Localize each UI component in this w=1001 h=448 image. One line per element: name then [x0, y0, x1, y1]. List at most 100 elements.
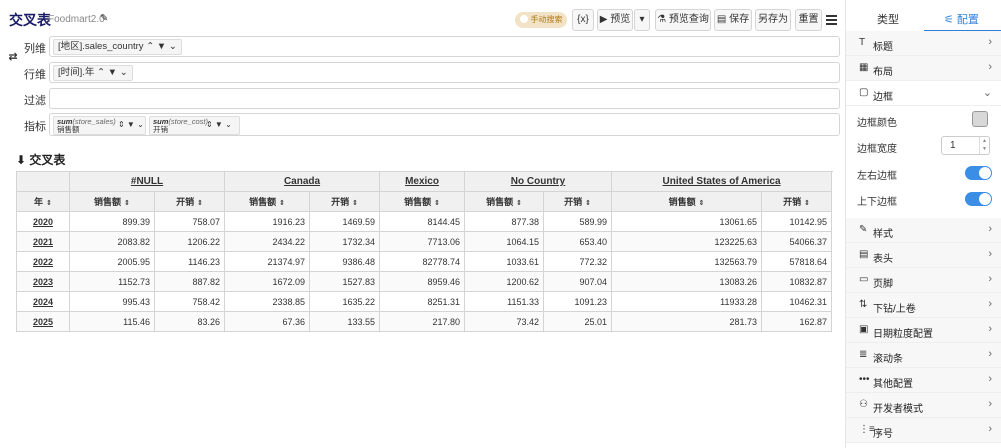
hamburger-icon[interactable] — [826, 15, 837, 27]
measure-header[interactable]: 开销 ⇕ — [543, 191, 613, 212]
measure-header[interactable]: 开销 ⇕ — [309, 191, 381, 212]
sort-icon[interactable]: ⇕ — [585, 200, 591, 207]
border-color-swatch[interactable] — [972, 111, 988, 127]
sort-icon[interactable]: ⇕ — [279, 200, 285, 207]
stepper-arrows-icon[interactable]: ▲ ▼ — [979, 137, 989, 154]
measure-header[interactable]: 开销 ⇕ — [153, 191, 226, 212]
value-cell: 67.36 — [224, 311, 311, 332]
mode-toggle[interactable]: 手动搜索 — [515, 12, 567, 28]
sort-icon[interactable]: ⇕ — [46, 200, 52, 207]
tb-border-toggle[interactable] — [965, 192, 992, 206]
value-cell: 2083.82 — [69, 231, 155, 252]
value-cell: 1152.73 — [69, 271, 155, 292]
country-header[interactable]: Mexico — [379, 171, 466, 192]
sort-icon[interactable]: ⇕ — [197, 200, 203, 207]
sort-icon[interactable]: ⇕ — [516, 200, 522, 207]
panel-item[interactable]: T 标题 › — [846, 31, 1001, 56]
download-icon[interactable]: ⬇ — [16, 153, 26, 167]
chevron-right-icon: › — [988, 323, 992, 335]
measure-header[interactable]: 销售额 ⇕ — [379, 191, 466, 212]
measure-header[interactable]: 开销 ⇕ — [761, 191, 833, 212]
country-header[interactable]: Canada — [224, 171, 381, 192]
value-cell: 2005.95 — [69, 251, 155, 272]
measure-tag-sales[interactable]: sum(store_sales) 销售额 ⇕ ▼ ⌄ — [53, 116, 146, 135]
sort-toggle-icon[interactable]: ⇕ ▼ ⌄ — [206, 121, 232, 129]
save-label: 保存 — [729, 14, 750, 25]
query-icon: ⚗ — [657, 14, 669, 25]
panel-item[interactable]: ⚇ 开发者模式 › — [846, 393, 1001, 418]
year-header[interactable]: 年 ⇕ — [16, 191, 70, 212]
value-cell: 1206.22 — [153, 231, 226, 252]
column-dimension-tag[interactable]: [地区].sales_country ⌃ ▼ ⌄ — [53, 39, 182, 55]
year-cell[interactable]: 2023 — [16, 271, 70, 292]
country-header[interactable]: United States of America — [611, 171, 833, 192]
measure-header[interactable]: 销售额 ⇕ — [224, 191, 311, 212]
toggle-knob — [979, 193, 991, 205]
reset-label: 重置 — [798, 14, 819, 25]
tab-type[interactable]: 类型 — [877, 11, 899, 27]
measure-header[interactable]: 销售额 ⇕ — [611, 191, 763, 212]
preview-query-button[interactable]: ⚗ 预览查询 — [655, 9, 711, 31]
filter-dropzone[interactable] — [49, 88, 840, 109]
save-as-button[interactable]: 另存为 — [755, 9, 791, 31]
measure-header[interactable]: 销售额 ⇕ — [464, 191, 545, 212]
measure-header[interactable]: 销售额 ⇕ — [69, 191, 155, 212]
panel-item[interactable]: ⋮≡ 序号 › — [846, 418, 1001, 443]
sort-icon[interactable]: ⇕ — [804, 200, 810, 207]
value-cell: 1033.61 — [464, 251, 545, 272]
sort-asc-icon[interactable]: ⌃ — [97, 67, 105, 78]
measures-dropzone[interactable]: sum(store_sales) 销售额 ⇕ ▼ ⌄ sum(store_cos… — [49, 113, 840, 136]
sort-icon[interactable]: ⇕ — [352, 200, 358, 207]
chevron-down-icon[interactable]: ⌄ — [169, 41, 177, 52]
preview-button[interactable]: ▶ 预览 — [597, 9, 633, 31]
value-cell: 758.42 — [153, 291, 226, 312]
row-dimension-tag[interactable]: [时间].年 ⌃ ▼ ⌄ — [53, 65, 133, 81]
year-header-label: 年 — [34, 197, 44, 207]
sort-icon[interactable]: ⇕ — [124, 200, 130, 207]
year-cell[interactable]: 2022 — [16, 251, 70, 272]
variable-button[interactable]: {x} — [572, 9, 594, 31]
rows-dropzone[interactable]: [时间].年 ⌃ ▼ ⌄ — [49, 62, 840, 83]
panel-item-border[interactable]: ▢ 边框 ⌄ — [846, 81, 1001, 106]
sort-asc-icon[interactable]: ⌃ — [146, 41, 154, 52]
panel-item[interactable]: ≣ 滚动条 › — [846, 343, 1001, 368]
panel-item-label: 表头 — [873, 254, 893, 265]
panel-item[interactable]: ▣ 日期粒度配置 › — [846, 318, 1001, 343]
panel-item[interactable]: ✎ 样式 › — [846, 218, 1001, 243]
country-header[interactable]: No Country — [464, 171, 613, 192]
border-width-stepper[interactable]: 1 ▲ ▼ — [941, 136, 990, 155]
value-cell: 281.73 — [611, 311, 763, 332]
sort-toggle-icon[interactable]: ⇕ ▼ ⌄ — [118, 121, 144, 129]
sort-icon[interactable]: ⇕ — [699, 200, 705, 207]
tab-config[interactable]: ⚟ 配置 — [944, 11, 979, 27]
panel-item[interactable]: ▦ 布局 › — [846, 56, 1001, 81]
save-button[interactable]: ▤ 保存 — [714, 9, 752, 31]
mode-label: 手动搜索 — [530, 15, 563, 24]
value-cell: 877.38 — [464, 211, 545, 232]
chevron-down-icon[interactable]: ⌄ — [120, 67, 128, 78]
value-cell: 1146.23 — [153, 251, 226, 272]
columns-dropzone[interactable]: [地区].sales_country ⌃ ▼ ⌄ — [49, 36, 840, 57]
value-cell: 132563.79 — [611, 251, 763, 272]
panel-item[interactable]: ••• 其他配置 › — [846, 368, 1001, 393]
lr-border-setting: 左右边框 — [846, 160, 1001, 186]
year-cell[interactable]: 2024 — [16, 291, 70, 312]
preview-dropdown[interactable]: ▾ — [634, 9, 650, 31]
lr-border-toggle[interactable] — [965, 166, 992, 180]
panel-item[interactable]: ▤ 表头 › — [846, 243, 1001, 268]
calendar-icon: ▣ — [859, 324, 869, 335]
filter-icon[interactable]: ▼ — [157, 41, 166, 52]
year-cell[interactable]: 2025 — [16, 311, 70, 332]
panel-item[interactable]: ⇅ 下钻/上卷 › — [846, 293, 1001, 318]
edit-icon[interactable]: ✎ — [100, 13, 108, 24]
tab-config-label: 配置 — [956, 14, 979, 26]
reset-button[interactable]: 重置 — [795, 9, 822, 31]
swap-axes-icon[interactable]: ⇅ — [6, 52, 19, 61]
measure-tag-cost[interactable]: sum(store_cost) 开销 ⇕ ▼ ⌄ — [149, 116, 240, 135]
filter-icon[interactable]: ▼ — [108, 67, 117, 78]
year-cell[interactable]: 2020 — [16, 211, 70, 232]
year-cell[interactable]: 2021 — [16, 231, 70, 252]
sort-icon[interactable]: ⇕ — [434, 200, 440, 207]
country-header[interactable]: #NULL — [68, 171, 226, 192]
panel-item[interactable]: ▭ 页脚 › — [846, 268, 1001, 293]
